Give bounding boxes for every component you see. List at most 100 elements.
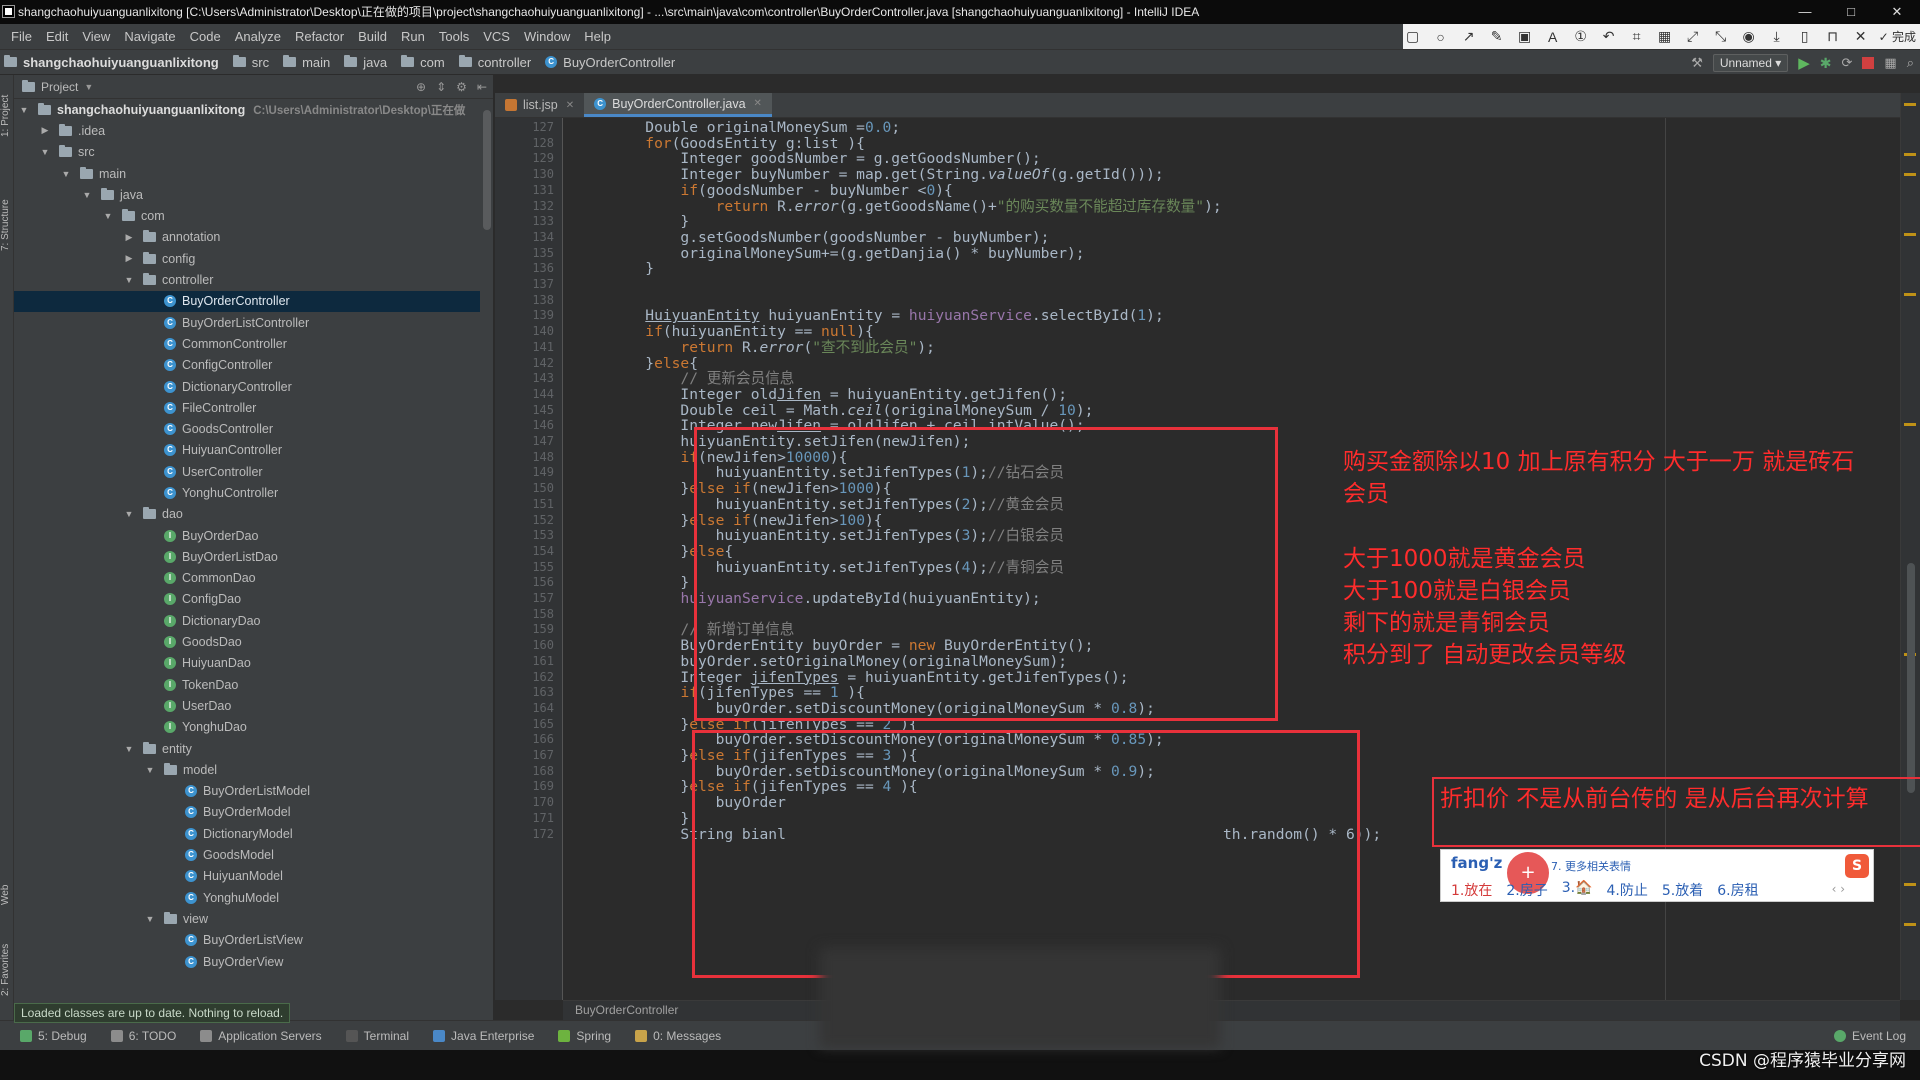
annotation-tool-icon[interactable]: ⤓ — [1767, 28, 1787, 45]
done-button[interactable]: ✓ 完成 — [1879, 28, 1916, 45]
annotation-tool-icon[interactable]: ▯ — [1795, 28, 1815, 45]
expanded-arrow-icon[interactable]: ▼ — [123, 275, 135, 285]
tree-folder-shangchaohuiyuanguanlixitong[interactable]: ▼ shangchaohuiyuanguanlixitong C:\Users\Ad… — [14, 99, 480, 120]
tree-folder-entity[interactable]: ▼ entity — [14, 738, 480, 759]
warning-marker[interactable] — [1904, 883, 1916, 886]
warning-marker[interactable] — [1904, 923, 1916, 926]
tree-folder-annotation[interactable]: ▶ annotation — [14, 227, 480, 248]
tree-file-buyorderlistdao[interactable]: I BuyOrderListDao — [14, 546, 480, 567]
expanded-arrow-icon[interactable]: ▼ — [18, 105, 30, 115]
expanded-arrow-icon[interactable]: ▼ — [144, 914, 156, 924]
project-tree-scrollbar[interactable] — [483, 110, 491, 230]
ime-more-emoji[interactable]: 7. 更多相关表情 — [1551, 858, 1631, 874]
tree-file-goodscontroller[interactable]: C GoodsController — [14, 418, 480, 439]
menu-item-window[interactable]: Window — [517, 29, 577, 44]
expanded-arrow-icon[interactable]: ▼ — [144, 765, 156, 775]
menu-item-run[interactable]: Run — [394, 29, 432, 44]
favorites-tool-tab[interactable]: 2: Favorites — [0, 930, 14, 1010]
collapsed-arrow-icon[interactable]: ▶ — [123, 232, 135, 243]
annotation-tool-icon[interactable]: ⤡ — [1711, 28, 1731, 45]
tree-file-commondao[interactable]: I CommonDao — [14, 568, 480, 589]
tree-file-buyorderlistcontroller[interactable]: C BuyOrderListController — [14, 312, 480, 333]
annotation-tool-icon[interactable]: ▢ — [1403, 28, 1423, 45]
menu-item-navigate[interactable]: Navigate — [117, 29, 182, 44]
breadcrumb-item[interactable]: main — [283, 55, 344, 70]
tree-file-buyorderdao[interactable]: I BuyOrderDao — [14, 525, 480, 546]
tool-window-button-debug[interactable]: 5: Debug — [20, 1029, 87, 1043]
expanded-arrow-icon[interactable]: ▼ — [39, 147, 51, 157]
maximize-button[interactable]: □ — [1828, 0, 1874, 24]
breadcrumb-item[interactable]: com — [401, 55, 459, 70]
annotation-tool-icon[interactable]: ▣ — [1515, 28, 1535, 45]
breadcrumb-item[interactable]: src — [232, 55, 283, 70]
run-icon[interactable]: ▶ — [1798, 54, 1810, 72]
tree-file-goodsmodel[interactable]: C GoodsModel — [14, 844, 480, 865]
tree-file-commoncontroller[interactable]: C CommonController — [14, 333, 480, 354]
collapsed-arrow-icon[interactable]: ▶ — [39, 125, 51, 136]
tool-window-button-spring[interactable]: Spring — [558, 1029, 611, 1043]
menu-item-file[interactable]: File — [4, 29, 39, 44]
annotation-tool-icon[interactable]: ○ — [1431, 29, 1451, 45]
debug-icon[interactable]: ✱ — [1820, 55, 1832, 72]
warning-marker[interactable] — [1904, 103, 1916, 106]
breadcrumb-item[interactable]: controller — [458, 55, 545, 70]
editor-tab-buyordercontroller-java[interactable]: C BuyOrderController.java ✕ — [584, 93, 772, 117]
close-button[interactable]: ✕ — [1874, 0, 1920, 24]
tree-file-yonghumodel[interactable]: C YonghuModel — [14, 887, 480, 908]
close-tab-icon[interactable]: ✕ — [754, 98, 762, 109]
ime-candidate[interactable]: 2.房子 — [1506, 880, 1547, 900]
run-configuration-select[interactable]: Unnamed ▾ — [1712, 54, 1789, 72]
tree-file-dictionarydao[interactable]: I DictionaryDao — [14, 610, 480, 631]
warning-marker[interactable] — [1904, 173, 1916, 176]
tree-file-huiyuanmodel[interactable]: C HuiyuanModel — [14, 866, 480, 887]
tree-file-yonghudao[interactable]: I YonghuDao — [14, 717, 480, 738]
tool-window-button-javaenterprise[interactable]: Java Enterprise — [433, 1029, 534, 1043]
warning-marker[interactable] — [1904, 233, 1916, 236]
expanded-arrow-icon[interactable]: ▼ — [60, 169, 72, 179]
tree-file-configdao[interactable]: I ConfigDao — [14, 589, 480, 610]
tool-window-button-messages[interactable]: 0: Messages — [635, 1029, 721, 1043]
close-tab-icon[interactable]: ✕ — [566, 100, 574, 111]
locate-icon[interactable]: ⊕ — [416, 80, 426, 94]
menu-item-build[interactable]: Build — [351, 29, 394, 44]
project-tool-tab[interactable]: 1: Project — [0, 81, 14, 151]
editor-breadcrumb[interactable]: BuyOrderController — [563, 1000, 1900, 1020]
warning-marker[interactable] — [1904, 153, 1916, 156]
tree-folder-dao[interactable]: ▼ dao — [14, 504, 480, 525]
hide-panel-icon[interactable]: ⇤ — [477, 80, 487, 94]
code-line[interactable]: String bianl — [575, 825, 785, 844]
menu-item-view[interactable]: View — [75, 29, 117, 44]
annotation-tool-icon[interactable]: ◉ — [1739, 28, 1759, 45]
project-structure-icon[interactable]: ▦ — [1884, 55, 1896, 71]
breadcrumb-item[interactable]: C BuyOrderController — [545, 55, 689, 70]
tree-file-goodsdao[interactable]: I GoodsDao — [14, 631, 480, 652]
tree-file-configcontroller[interactable]: C ConfigController — [14, 355, 480, 376]
tree-file-buyordermodel[interactable]: C BuyOrderModel — [14, 802, 480, 823]
ime-candidate[interactable]: 4.防止 — [1607, 880, 1648, 900]
menu-item-analyze[interactable]: Analyze — [228, 29, 288, 44]
annotation-tool-icon[interactable]: ⌗ — [1627, 28, 1647, 45]
tree-file-huiyuandao[interactable]: I HuiyuanDao — [14, 653, 480, 674]
search-icon[interactable]: ⌕ — [1907, 55, 1914, 71]
annotation-tool-icon[interactable]: ⊓ — [1823, 28, 1843, 45]
tree-folder-java[interactable]: ▼ java — [14, 184, 480, 205]
breadcrumb-item[interactable]: java — [344, 55, 401, 70]
warning-marker[interactable] — [1904, 423, 1916, 426]
menu-item-tools[interactable]: Tools — [432, 29, 476, 44]
tree-file-filecontroller[interactable]: C FileController — [14, 397, 480, 418]
tree-file-buyorderview[interactable]: C BuyOrderView — [14, 951, 480, 972]
ime-candidate[interactable]: 6.房租 — [1717, 880, 1758, 900]
annotation-tool-icon[interactable]: ↶ — [1599, 28, 1619, 45]
tree-file-dictionarymodel[interactable]: C DictionaryModel — [14, 823, 480, 844]
menu-item-code[interactable]: Code — [183, 29, 228, 44]
annotation-tool-icon[interactable]: A — [1543, 29, 1563, 45]
tree-folder-main[interactable]: ▼ main — [14, 163, 480, 184]
tree-folder-config[interactable]: ▶ config — [14, 248, 480, 269]
coverage-icon[interactable]: ⟳ — [1842, 55, 1853, 71]
code-line[interactable]: } — [575, 259, 654, 278]
menu-item-refactor[interactable]: Refactor — [288, 29, 351, 44]
collapsed-arrow-icon[interactable]: ▶ — [123, 253, 135, 264]
warning-marker[interactable] — [1904, 293, 1916, 296]
build-icon[interactable]: ⚒ — [1691, 55, 1703, 71]
ime-candidate[interactable]: 5.放着 — [1662, 880, 1703, 900]
